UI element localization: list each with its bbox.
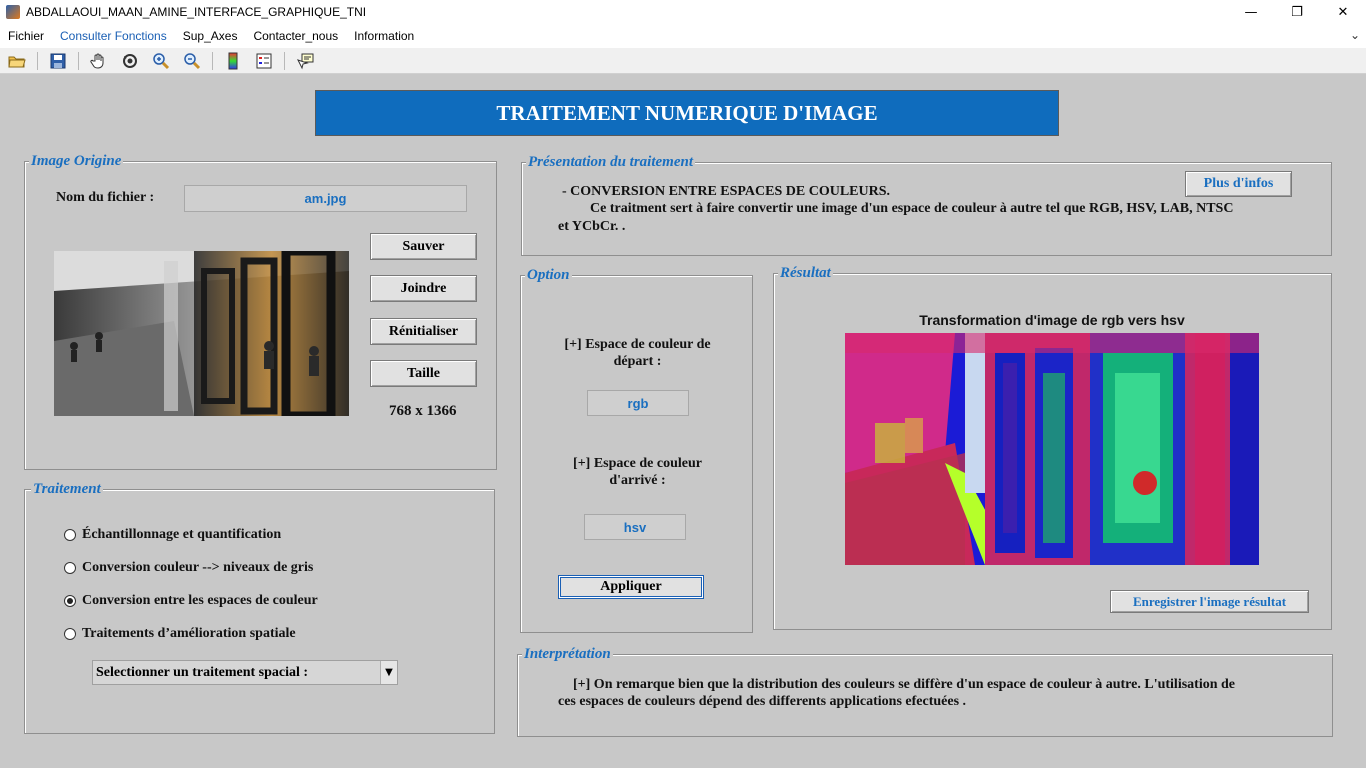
- attach-button[interactable]: Joindre: [370, 275, 477, 302]
- toolbar-separator: [212, 51, 213, 70]
- rotate-3d-icon[interactable]: [119, 50, 141, 72]
- apply-button[interactable]: Appliquer: [558, 575, 704, 599]
- matlab-app-icon: [6, 5, 20, 19]
- menu-fichier[interactable]: Fichier: [0, 29, 52, 43]
- chevron-down-icon[interactable]: ▼: [380, 661, 397, 684]
- save-result-button[interactable]: Enregistrer l'image résultat: [1110, 590, 1309, 613]
- menu-contacter-nous[interactable]: Contacter_nous: [245, 29, 346, 43]
- from-space-label: [+] Espace de couleur de départ :: [540, 336, 735, 370]
- zoom-in-icon[interactable]: [150, 50, 172, 72]
- radio-color-space-conversion[interactable]: Conversion entre les espaces de couleur: [64, 593, 318, 609]
- traitement-legend: Traitement: [31, 481, 103, 497]
- filename-label: Nom du fichier :: [56, 190, 155, 205]
- data-cursor-icon[interactable]: [294, 50, 316, 72]
- window-title: ABDALLAOUI_MAAN_AMINE_INTERFACE_GRAPHIQU…: [26, 5, 367, 19]
- to-space-label-line1: [+] Espace de couleur: [573, 456, 702, 471]
- open-folder-icon[interactable]: [6, 50, 28, 72]
- page-title-banner: TRAITEMENT NUMERIQUE D'IMAGE: [315, 90, 1059, 136]
- radio-button[interactable]: [64, 562, 76, 574]
- toolbar-separator: [78, 51, 79, 70]
- legend-icon[interactable]: [253, 50, 275, 72]
- colorbar-icon[interactable]: [222, 50, 244, 72]
- image-origine-legend: Image Origine: [29, 153, 124, 169]
- toolbar-separator: [284, 51, 285, 70]
- radio-button-checked[interactable]: [64, 595, 76, 607]
- title-bar: ABDALLAOUI_MAAN_AMINE_INTERFACE_GRAPHIQU…: [0, 0, 1366, 24]
- presentation-legend: Présentation du traitement: [526, 154, 696, 170]
- size-button[interactable]: Taille: [370, 360, 477, 387]
- toolbar: [0, 48, 1366, 74]
- presentation-line-1: - CONVERSION ENTRE ESPACES DE COULEURS.: [562, 184, 891, 199]
- original-image: [54, 251, 349, 416]
- radio-color-to-gray[interactable]: Conversion couleur --> niveaux de gris: [64, 560, 313, 576]
- select-value: Selectionner un traitement spacial :: [96, 664, 309, 680]
- radio-spatial-enhancement[interactable]: Traitements d’amélioration spatiale: [64, 626, 296, 642]
- from-space-field[interactable]: rgb: [587, 390, 689, 416]
- to-space-field[interactable]: hsv: [584, 514, 686, 540]
- maximize-button[interactable]: ❐: [1274, 0, 1320, 24]
- from-space-label-line1: [+] Espace de couleur de: [564, 337, 711, 352]
- pan-hand-icon[interactable]: [88, 50, 110, 72]
- reset-button[interactable]: Rénitialiser: [370, 318, 477, 345]
- radio-label: Traitements d’amélioration spatiale: [82, 626, 296, 641]
- close-button[interactable]: ✕: [1320, 0, 1366, 24]
- save-icon[interactable]: [47, 50, 69, 72]
- menu-bar: Fichier Consulter Fonctions Sup_Axes Con…: [0, 24, 1366, 48]
- menu-information[interactable]: Information: [346, 29, 422, 43]
- zoom-out-icon[interactable]: [181, 50, 203, 72]
- traitement-panel: Traitement: [24, 481, 495, 734]
- resultat-legend: Résultat: [778, 265, 833, 281]
- to-space-label: [+] Espace de couleur d'arrivé :: [540, 455, 735, 489]
- window-controls: — ❐ ✕: [1228, 0, 1366, 24]
- menu-collapse-icon[interactable]: ⌄: [1350, 28, 1360, 42]
- option-legend: Option: [525, 267, 572, 283]
- to-space-label-line2: d'arrivé :: [609, 473, 666, 488]
- filename-field[interactable]: am.jpg: [184, 185, 467, 212]
- minimize-button[interactable]: —: [1228, 0, 1274, 24]
- spatial-treatment-select[interactable]: Selectionner un traitement spacial : ▼: [92, 660, 398, 685]
- menu-sup-axes[interactable]: Sup_Axes: [175, 29, 246, 43]
- menu-consulter-fonctions[interactable]: Consulter Fonctions: [52, 29, 175, 43]
- save-button[interactable]: Sauver: [370, 233, 477, 260]
- from-space-label-line2: départ :: [613, 354, 662, 369]
- toolbar-separator: [37, 51, 38, 70]
- image-size-value: 768 x 1366: [389, 403, 457, 419]
- radio-label: Conversion couleur --> niveaux de gris: [82, 560, 314, 575]
- result-plot-title: Transformation d'image de rgb vers hsv: [919, 312, 1185, 328]
- result-image: [845, 333, 1259, 565]
- more-info-button[interactable]: Plus d'infos: [1185, 171, 1292, 197]
- radio-button[interactable]: [64, 529, 76, 541]
- interpretation-legend: Interprétation: [522, 646, 613, 662]
- radio-sampling-quantization[interactable]: Échantillonnage et quantification: [64, 527, 281, 543]
- presentation-line-2: Ce traitment sert à faire convertir une …: [590, 201, 1234, 216]
- radio-label: Échantillonnage et quantification: [82, 527, 282, 542]
- presentation-line-3: et YCbCr. .: [558, 219, 626, 234]
- radio-label: Conversion entre les espaces de couleur: [82, 593, 318, 608]
- interpretation-line-1: [+] On remarque bien que la distribution…: [573, 677, 1235, 692]
- radio-button[interactable]: [64, 628, 76, 640]
- interpretation-line-2: ces espaces de couleurs dépend des diffe…: [558, 694, 967, 709]
